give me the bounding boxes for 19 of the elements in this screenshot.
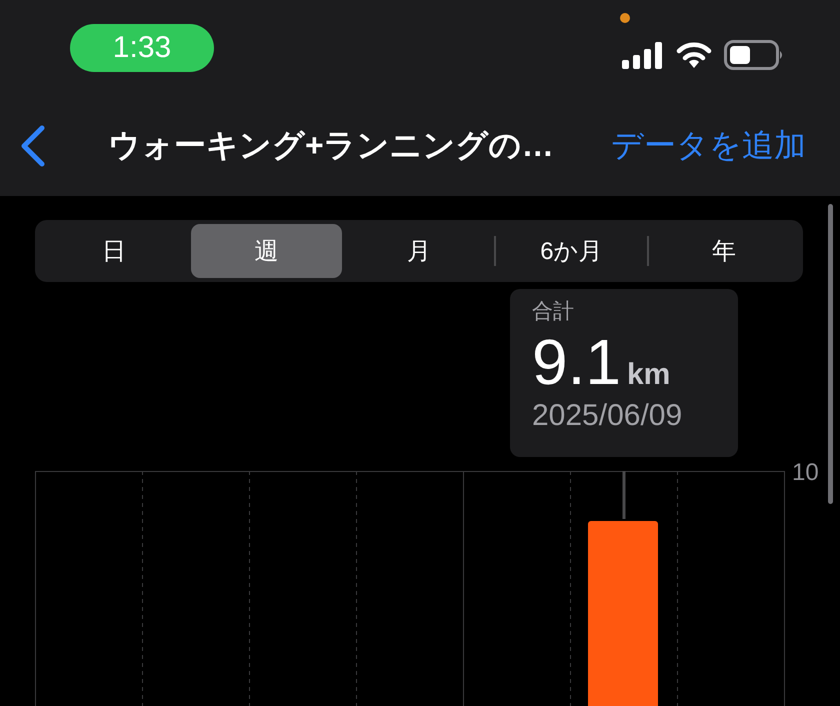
unit-label: km: [626, 358, 670, 392]
segment-tab[interactable]: 週: [191, 224, 342, 278]
privacy-dot-icon: [620, 13, 630, 23]
add-data-link[interactable]: データを追加: [611, 124, 806, 168]
tooltip-label: 合計: [532, 299, 575, 325]
axis-label: 10: [792, 459, 819, 487]
battery-icon: [724, 40, 784, 70]
time-pill: 1:33: [70, 24, 214, 72]
segment-tab[interactable]: 月: [344, 224, 494, 278]
wifi-icon: [676, 41, 712, 69]
segment-tab[interactable]: 年: [648, 224, 800, 278]
segment-tab[interactable]: 6か月: [496, 224, 647, 278]
signal-icon: [622, 41, 664, 69]
tooltip-date: 2025/06/09: [532, 399, 684, 433]
total-value: 9.1: [532, 325, 621, 399]
segment-tab[interactable]: 日: [39, 224, 190, 278]
nav-title: ウォーキング+ランニングの…: [108, 126, 555, 164]
back-icon[interactable]: [20, 124, 46, 166]
leader-line: [622, 471, 626, 519]
